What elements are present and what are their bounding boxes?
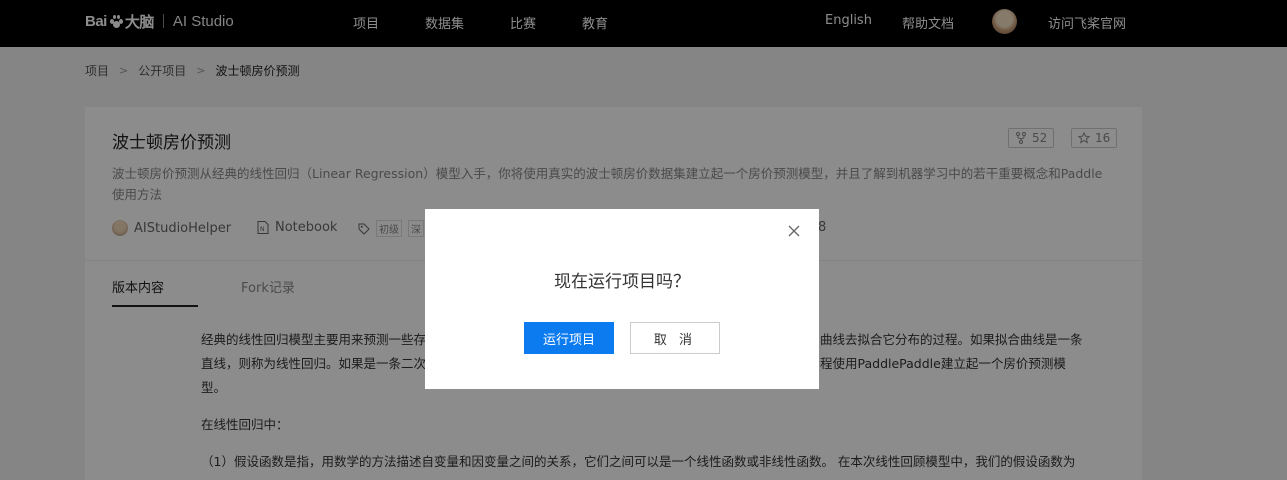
cancel-button[interactable]: 取 消: [630, 322, 720, 354]
run-project-button[interactable]: 运行项目: [524, 322, 614, 354]
close-icon[interactable]: [786, 223, 802, 239]
run-project-dialog: 现在运行项目吗？ 运行项目 取 消: [425, 209, 819, 389]
dialog-title: 现在运行项目吗？: [554, 272, 690, 292]
